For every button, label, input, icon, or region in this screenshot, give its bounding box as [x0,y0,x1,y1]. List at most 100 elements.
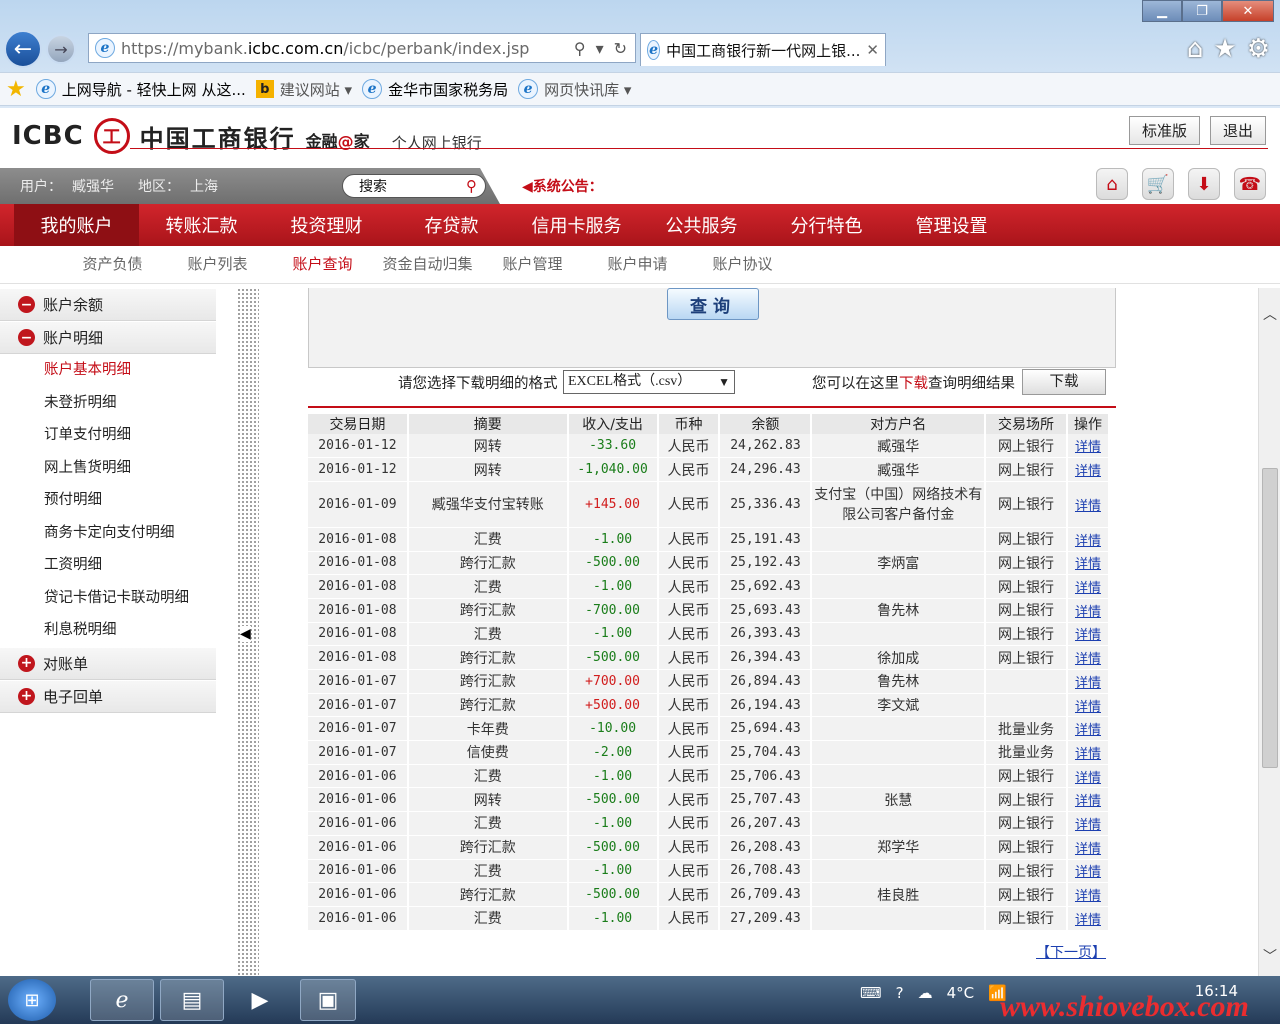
table-row: 2016-01-06 汇费 -1.00 人民币 27,209.43 网上银行 详情 [308,906,1111,931]
nav-credit-card[interactable]: 信用卡服务 [514,204,639,246]
subnav-account-apply[interactable]: 账户申请 [585,246,690,283]
subnav-auto-collect[interactable]: 资金自动归集 [375,246,480,283]
detail-link[interactable]: 详情 [1075,628,1101,643]
forward-button[interactable]: → [46,34,76,64]
close-window-button[interactable]: ✕ [1222,0,1274,22]
row-balance: 26,894.43 [719,669,813,694]
row-date: 2016-01-06 [308,906,409,931]
nav-settings[interactable]: 管理设置 [889,204,1014,246]
collapse-left-icon[interactable]: ◀ [240,626,251,642]
nav-deposit-loan[interactable]: 存贷款 [389,204,514,246]
start-button[interactable]: ⊞ [8,979,56,1021]
nav-my-account[interactable]: 我的账户 [14,204,139,246]
row-counterparty: 桂良胜 [811,882,987,907]
logout-button[interactable]: 退出 [1209,116,1266,145]
taskbar-app-icon[interactable]: ▣ [300,979,356,1021]
sidebar-item-card-linkage[interactable]: 贷记卡借记卡联动明细 [0,582,216,615]
sidebar-item-interest-tax[interactable]: 利息税明细 [0,614,216,647]
sidebar-item-online-sales[interactable]: 网上售货明细 [0,452,216,485]
tab-close-icon[interactable]: ✕ [866,41,879,59]
detail-link[interactable]: 详情 [1075,913,1101,928]
detail-link[interactable]: 详情 [1075,865,1101,880]
search-icon[interactable]: ⚲ [466,177,477,195]
address-bar[interactable]: e https://mybank.icbc.com.cn/icbc/perban… [88,33,636,63]
fav-item-slices[interactable]: e 网页快讯库 ▾ [518,79,631,100]
sidebar-group-statement[interactable]: + 对账单 [0,646,216,680]
customer-service-icon[interactable]: ☎ [1234,168,1266,200]
detail-link[interactable]: 详情 [1075,771,1101,786]
site-search-input[interactable]: 搜索 ⚲ [342,174,486,198]
detail-link[interactable]: 详情 [1075,440,1101,455]
nav-transfer[interactable]: 转账汇款 [139,204,264,246]
favorites-icon[interactable]: ★ [6,77,26,102]
sidebar-group-receipt[interactable]: + 电子回单 [0,679,216,713]
sidebar-item-basic-details[interactable]: 账户基本明细 [0,354,216,387]
nav-branch[interactable]: 分行特色 [764,204,889,246]
subnav-account-list[interactable]: 账户列表 [165,246,270,283]
detail-link[interactable]: 详情 [1075,464,1101,479]
detail-link[interactable]: 详情 [1075,581,1101,596]
dropdown-icon[interactable]: ▾ [596,39,604,58]
detail-link[interactable]: 详情 [1075,499,1101,514]
detail-link[interactable]: 详情 [1075,889,1101,904]
cart-icon[interactable]: 🛒 [1142,168,1174,200]
sidebar-item-order-payment[interactable]: 订单支付明细 [0,419,216,452]
taskbar-explorer-icon[interactable]: ▤ [160,979,224,1021]
fav-item-tax[interactable]: e 金华市国家税务局 [362,79,508,100]
browser-tab[interactable]: e 中国工商银行新一代网上银... ✕ [640,33,886,66]
sidebar-item-salary[interactable]: 工资明细 [0,549,216,582]
scroll-thumb[interactable] [1262,468,1278,768]
restore-button[interactable]: ❐ [1182,0,1222,22]
download-icon[interactable]: ⬇ [1188,168,1220,200]
detail-link[interactable]: 详情 [1075,557,1101,572]
query-button[interactable]: 查询 [667,288,759,320]
sidebar-group-details[interactable]: − 账户明细 [0,321,216,354]
standard-version-button[interactable]: 标准版 [1128,116,1200,145]
sidebar-item-prepaid[interactable]: 预付明细 [0,484,216,517]
scroll-down-icon[interactable]: ﹀ [1259,946,1280,968]
detail-link[interactable]: 详情 [1075,652,1101,667]
nav-invest[interactable]: 投资理财 [264,204,389,246]
fav-item-nav[interactable]: e 上网导航 - 轻快上网 从这... [35,79,246,100]
sidebar-item-business-card[interactable]: 商务卡定向支付明细 [0,517,216,550]
back-button[interactable]: ← [4,30,42,68]
subnav-account-manage[interactable]: 账户管理 [480,246,585,283]
fav-item-suggested[interactable]: b 建议网站 ▾ [255,79,352,100]
download-format-select[interactable]: EXCEL格式（.csv） ▼ [563,370,735,394]
row-amount: -33.60 [567,434,659,459]
subnav-assets[interactable]: 资产负债 [60,246,165,283]
taskbar-media-icon[interactable]: ▶ [240,979,280,1021]
detail-link[interactable]: 详情 [1075,605,1101,620]
scroll-up-icon[interactable]: ︿ [1259,304,1280,326]
sidebar-item-unposted[interactable]: 未登折明细 [0,387,216,420]
next-page-link[interactable]: 【下一页】 [1036,942,1106,962]
help-icon[interactable]: ? [896,984,904,1002]
download-button[interactable]: 下载 [1022,369,1106,395]
detail-link[interactable]: 详情 [1075,723,1101,738]
detail-link[interactable]: 详情 [1075,700,1101,715]
refresh-icon[interactable]: ↻ [614,39,627,58]
logo-text: ICBC [12,121,84,151]
favorites-star-icon[interactable]: ★ [1213,34,1236,64]
nav-public-service[interactable]: 公共服务 [639,204,764,246]
search-icon[interactable]: ⚲ [574,39,586,58]
detail-link[interactable]: 详情 [1075,794,1101,809]
home-icon[interactable]: ⌂ [1096,168,1128,200]
page-scrollbar[interactable]: ︿ ﹀ [1258,288,1280,976]
keyboard-icon[interactable]: ⌨ [860,984,882,1002]
home-icon[interactable]: ⌂ [1187,34,1204,64]
detail-link[interactable]: 详情 [1075,747,1101,762]
weather-icon[interactable]: ☁ [918,984,933,1002]
minimize-button[interactable]: ▁ [1142,0,1182,22]
main-nav: 我的账户 转账汇款 投资理财 存贷款 信用卡服务 公共服务 分行特色 管理设置 [0,204,1280,246]
subnav-account-agreement[interactable]: 账户协议 [690,246,795,283]
detail-link[interactable]: 详情 [1075,534,1101,549]
taskbar-ie-icon[interactable]: ℯ [90,979,154,1021]
detail-link[interactable]: 详情 [1075,818,1101,833]
subnav-account-query[interactable]: 账户查询 [270,246,375,283]
row-balance: 25,336.43 [719,481,813,528]
detail-link[interactable]: 详情 [1075,842,1101,857]
gear-icon[interactable]: ⚙ [1247,34,1270,64]
sidebar-group-balance[interactable]: − 账户余额 [0,288,216,321]
detail-link[interactable]: 详情 [1075,676,1101,691]
